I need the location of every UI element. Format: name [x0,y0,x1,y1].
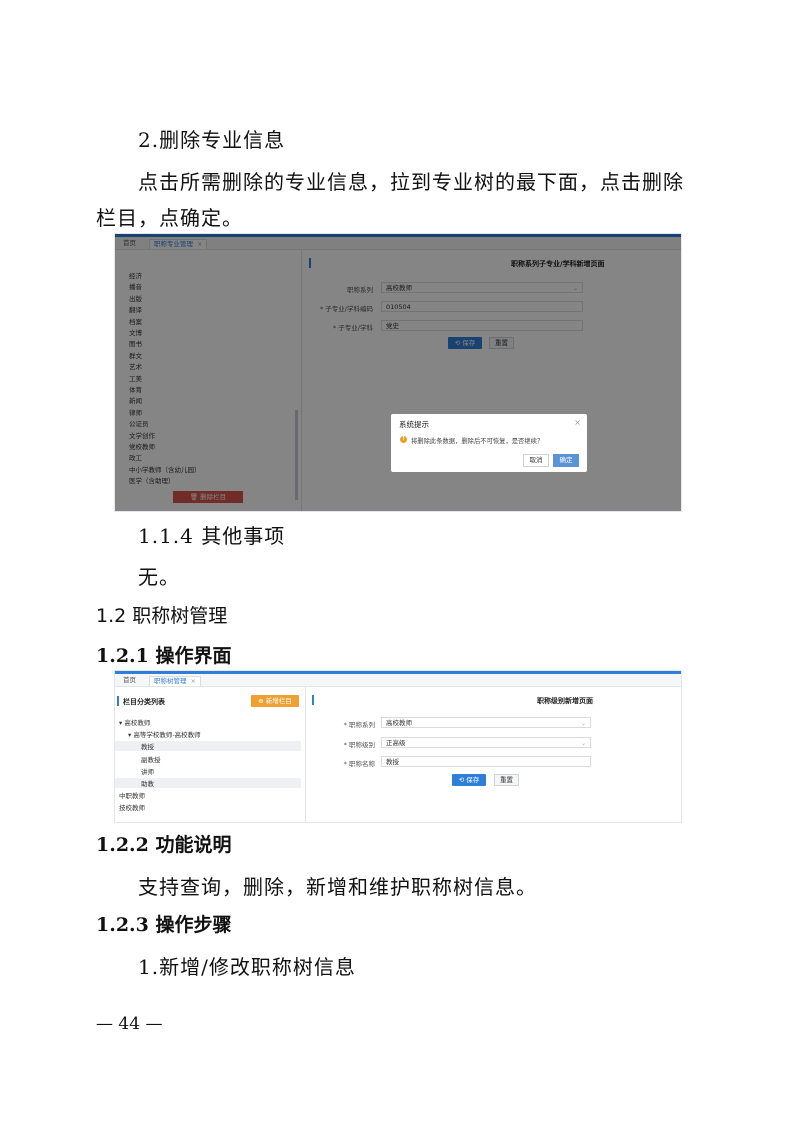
screenshot-title-tree: 首页 职称树管理 × 栏目分类列表 ⊕ 新增栏目 ▾ 高校教师 ▾ 高等学校教师-高… [114,670,682,823]
tree-item[interactable]: 副教授 [115,754,301,764]
tab-label: 职称树管理 [154,677,187,685]
panel-title: 栏目分类列表 [123,698,165,706]
tree-item[interactable]: 讲师 [115,766,301,776]
close-icon[interactable]: × [191,677,196,685]
paragraph-line: 栏目，点确定。 [96,206,243,230]
save-label: 保存 [466,776,480,784]
chevron-down-icon: ⌄ [580,740,586,747]
name-input[interactable]: 教授 [381,756,591,767]
subsection-heading: 1.2.3 操作步骤 [96,914,232,936]
field-label-level: * 职称级别 [343,741,375,749]
paragraph: 无。 [138,565,180,589]
screenshot-professional-delete: 首页 职称专业管理 × 经济 播音 出版 翻译 档案 文博 图书 群文 艺术 工美 体育 新闻 律师 公证员… [114,233,682,512]
subsection-heading: 1.2.2 功能说明 [96,834,232,856]
warning-icon: ! [400,436,407,443]
save-button[interactable]: ⟲ 保存 [452,774,486,786]
title-marker [117,696,119,706]
chevron-down-icon: ⌄ [580,720,586,727]
title-marker [312,695,314,705]
section-other-items: 1.1.4 其他事项 [138,524,286,548]
series-value: 高校教师 [386,719,412,727]
tree-item[interactable]: 中职教师 [119,790,145,800]
tree-item[interactable]: ▾ 高等学校教师-高校教师 [128,729,201,739]
tab-home[interactable]: 首页 [119,676,140,685]
step-heading-add: 1.新增/修改职称树信息 [138,955,356,979]
tree-item[interactable]: 教授 [115,741,301,752]
reset-button[interactable]: 重置 [494,774,519,786]
page-number: — 44 — [96,1014,163,1034]
tree-item[interactable]: 技校教师 [119,802,145,812]
close-icon[interactable]: × [574,418,581,427]
cancel-button[interactable]: 取消 [523,454,549,467]
add-button-label: 新增栏目 [265,697,292,705]
confirm-button[interactable]: 确定 [553,454,579,467]
tab-bar: 首页 职称树管理 × [115,674,681,687]
system-dialog: 系统提示 × ! 将删除此条数据，删除后不可恢复，是否继续？ 取消 确定 [391,414,587,472]
field-label-series: * 职称系列 [343,721,375,729]
step-heading-delete: 2.删除专业信息 [138,128,286,152]
tree-item[interactable]: ▾ 高校教师 [119,717,150,727]
form-title: 职称级别新增页面 [537,697,593,705]
level-select[interactable]: 正高级 ⌄ [381,737,591,748]
plus-circle-icon: ⊕ [258,697,266,705]
title-tree-panel: 栏目分类列表 ⊕ 新增栏目 ▾ 高校教师 ▾ 高等学校教师-高校教师教授副教授讲师… [115,687,306,822]
paragraph-line: 点击所需删除的专业信息，拉到专业树的最下面，点击删除 [138,170,684,194]
tree-item[interactable]: 助教 [115,778,301,788]
series-select[interactable]: 高校教师 ⌄ [381,717,591,728]
section-heading: 1.2 职称树管理 [96,605,228,627]
field-label-name: * 职称名称 [343,760,375,768]
paragraph: 支持查询，删除，新增和维护职称树信息。 [138,875,537,899]
add-column-button[interactable]: ⊕ 新增栏目 [251,695,299,707]
dialog-message: 将删除此条数据，删除后不可恢复，是否继续？ [411,438,544,445]
tab-title-tree-management[interactable]: 职称树管理 × [149,676,201,686]
subsection-heading: 1.2.1 操作界面 [96,645,232,667]
level-value: 正高级 [386,739,406,747]
dialog-title: 系统提示 [399,420,429,429]
